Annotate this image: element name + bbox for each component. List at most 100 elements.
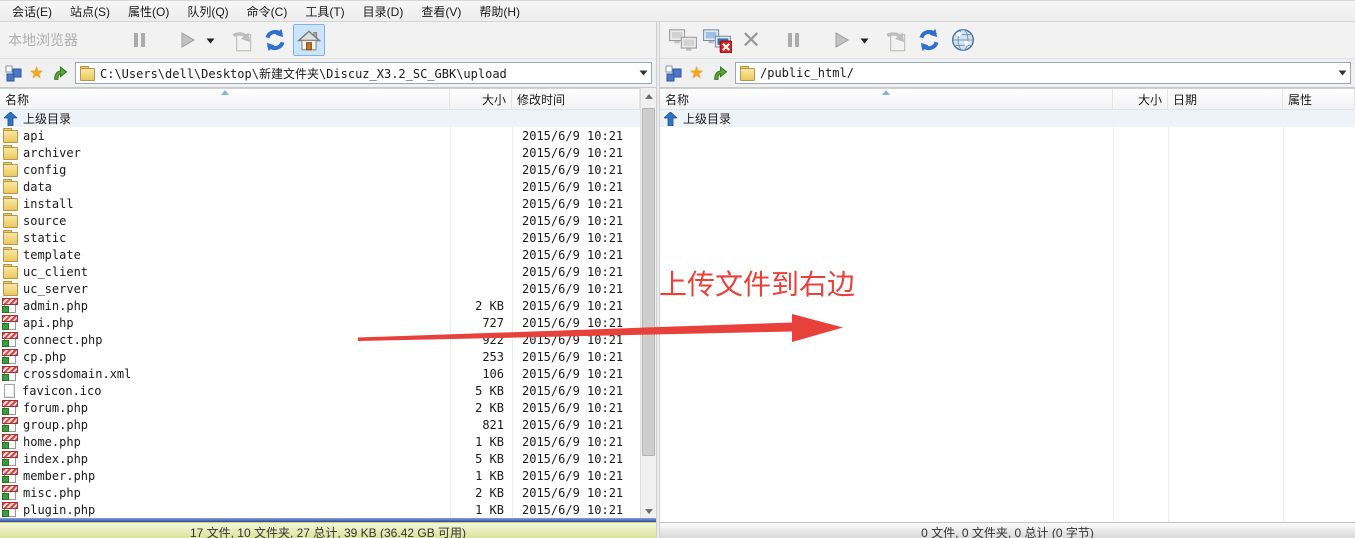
- file-row[interactable]: favicon.ico5 KB2015/6/9 10:21: [0, 382, 640, 399]
- globe-button[interactable]: [947, 24, 979, 56]
- menu-item[interactable]: 帮助(H): [470, 0, 529, 23]
- folder-row[interactable]: api 2015/6/9 10:21: [0, 127, 640, 144]
- column-header[interactable]: 大小: [1113, 89, 1168, 109]
- folder-row[interactable]: install2015/6/9 10:21: [0, 195, 640, 212]
- play-dropdown-button[interactable]: [204, 24, 216, 56]
- scroll-down-button[interactable]: [641, 503, 656, 519]
- parent-dir-row[interactable]: 上级目录: [660, 110, 1355, 127]
- folder-row[interactable]: source2015/6/9 10:21: [0, 212, 640, 229]
- site-manager-icon: [665, 65, 682, 82]
- dropdown-caret-icon: [860, 37, 869, 44]
- folder-row[interactable]: static2015/6/9 10:21: [0, 229, 640, 246]
- folder-row[interactable]: template2015/6/9 10:21: [0, 246, 640, 263]
- scrollbar-thumb[interactable]: [642, 108, 655, 456]
- go-up-button[interactable]: [49, 62, 70, 84]
- favorites-star-icon: ★: [29, 63, 43, 83]
- column-header[interactable]: 属性: [1283, 89, 1355, 109]
- abort-button[interactable]: ✕: [735, 24, 767, 56]
- transfer-queue-button[interactable]: [879, 24, 911, 56]
- panel-splitter[interactable]: [656, 22, 660, 538]
- folder-icon: [2, 213, 18, 228]
- column-header[interactable]: 名称: [0, 89, 450, 109]
- menu-item[interactable]: 会话(E): [3, 0, 61, 23]
- play-button[interactable]: [171, 24, 203, 56]
- play-dropdown-button[interactable]: [858, 24, 870, 56]
- connect-button[interactable]: [667, 24, 699, 56]
- file-row[interactable]: home.php1 KB2015/6/9 10:21: [0, 433, 640, 450]
- remote-path-dropdown-button[interactable]: [1335, 63, 1350, 83]
- php-file-icon: [4, 299, 16, 313]
- site-manager-button[interactable]: [663, 62, 684, 84]
- menu-item[interactable]: 工具(T): [296, 0, 353, 23]
- file-name: forum.php: [23, 401, 88, 415]
- menu-item[interactable]: 队列(Q): [178, 0, 237, 23]
- dropdown-caret-icon: [206, 37, 215, 44]
- file-name: static: [23, 231, 66, 245]
- file-row[interactable]: admin.php2 KB2015/6/9 10:21: [0, 297, 640, 314]
- file-row[interactable]: api.php7272015/6/9 10:21: [0, 314, 640, 331]
- time-cell: 2015/6/9 10:21: [512, 144, 640, 161]
- folder-row[interactable]: config2015/6/9 10:21: [0, 161, 640, 178]
- file-row[interactable]: misc.php2 KB2015/6/9 10:21: [0, 484, 640, 501]
- local-scrollbar[interactable]: [640, 88, 656, 519]
- menu-item[interactable]: 属性(O): [119, 0, 178, 23]
- refresh-button[interactable]: [913, 24, 945, 56]
- menu-item[interactable]: 站点(S): [61, 0, 119, 23]
- file-row[interactable]: crossdomain.xml1062015/6/9 10:21: [0, 365, 640, 382]
- site-manager-button[interactable]: [3, 62, 24, 84]
- reconnect-button[interactable]: [701, 24, 733, 56]
- refresh-button[interactable]: [259, 24, 291, 56]
- parent-dir-row[interactable]: 上级目录: [0, 110, 640, 127]
- pause-button[interactable]: [123, 24, 155, 56]
- file-name: api: [23, 129, 45, 143]
- size-cell: [450, 246, 512, 263]
- folder-row[interactable]: data2015/6/9 10:21: [0, 178, 640, 195]
- folder-icon: [2, 145, 18, 160]
- column-header[interactable]: 日期: [1168, 89, 1283, 109]
- file-row[interactable]: member.php1 KB2015/6/9 10:21: [0, 467, 640, 484]
- local-path-input[interactable]: C:\Users\dell\Desktop\新建文件夹\Discuz_X3.2_…: [75, 62, 652, 84]
- remote-path-input[interactable]: /public_html/: [735, 62, 1351, 84]
- time-cell: 2015/6/9 10:21: [512, 467, 640, 484]
- favorites-button[interactable]: ★: [686, 62, 707, 84]
- folder-row[interactable]: archiver2015/6/9 10:21: [0, 144, 640, 161]
- go-up-button[interactable]: [709, 62, 730, 84]
- refresh-icon: [261, 26, 289, 54]
- column-header[interactable]: 名称: [660, 89, 1113, 109]
- folder-row[interactable]: uc_server2015/6/9 10:21: [0, 280, 640, 297]
- local-list-header: 名称大小修改时间: [0, 88, 640, 110]
- menu-item[interactable]: 查看(V): [412, 0, 470, 23]
- local-path-dropdown-button[interactable]: [636, 63, 651, 83]
- column-header[interactable]: 修改时间: [512, 89, 640, 109]
- folder-icon: [2, 128, 18, 143]
- home-button[interactable]: [293, 24, 325, 56]
- folder-row[interactable]: uc_client2015/6/9 10:21: [0, 263, 640, 280]
- file-row[interactable]: forum.php2 KB2015/6/9 10:21: [0, 399, 640, 416]
- file-row[interactable]: plugin.php1 KB2015/6/9 10:21: [0, 501, 640, 518]
- pause-button[interactable]: [777, 24, 809, 56]
- file-row[interactable]: cp.php2532015/6/9 10:21: [0, 348, 640, 365]
- file-row[interactable]: connect.php9222015/6/9 10:21: [0, 331, 640, 348]
- folder-icon: [2, 247, 18, 262]
- php-file-icon: [4, 350, 16, 364]
- transfer-queue-button[interactable]: [225, 24, 257, 56]
- file-row[interactable]: group.php8212015/6/9 10:21: [0, 416, 640, 433]
- file-name: uc_server: [23, 282, 88, 296]
- play-button[interactable]: [825, 24, 857, 56]
- column-header[interactable]: 大小: [450, 89, 512, 109]
- size-cell: 2 KB: [450, 297, 512, 314]
- menu-item[interactable]: 命令(C): [238, 0, 297, 23]
- file-name: crossdomain.xml: [23, 367, 131, 381]
- time-cell: 2015/6/9 10:21: [512, 127, 640, 144]
- file-row[interactable]: index.php5 KB2015/6/9 10:21: [0, 450, 640, 467]
- time-cell: 2015/6/9 10:21: [512, 246, 640, 263]
- menu-item[interactable]: 目录(D): [354, 0, 413, 23]
- file-name: plugin.php: [23, 503, 95, 517]
- php-file-icon: [4, 452, 16, 466]
- local-browser-panel: 本地浏览器: [0, 22, 656, 538]
- time-cell: 2015/6/9 10:21: [512, 161, 640, 178]
- scroll-up-button[interactable]: [641, 88, 656, 104]
- transfer-queue-icon: [881, 26, 909, 54]
- file-name: source: [23, 214, 66, 228]
- favorites-button[interactable]: ★: [26, 62, 47, 84]
